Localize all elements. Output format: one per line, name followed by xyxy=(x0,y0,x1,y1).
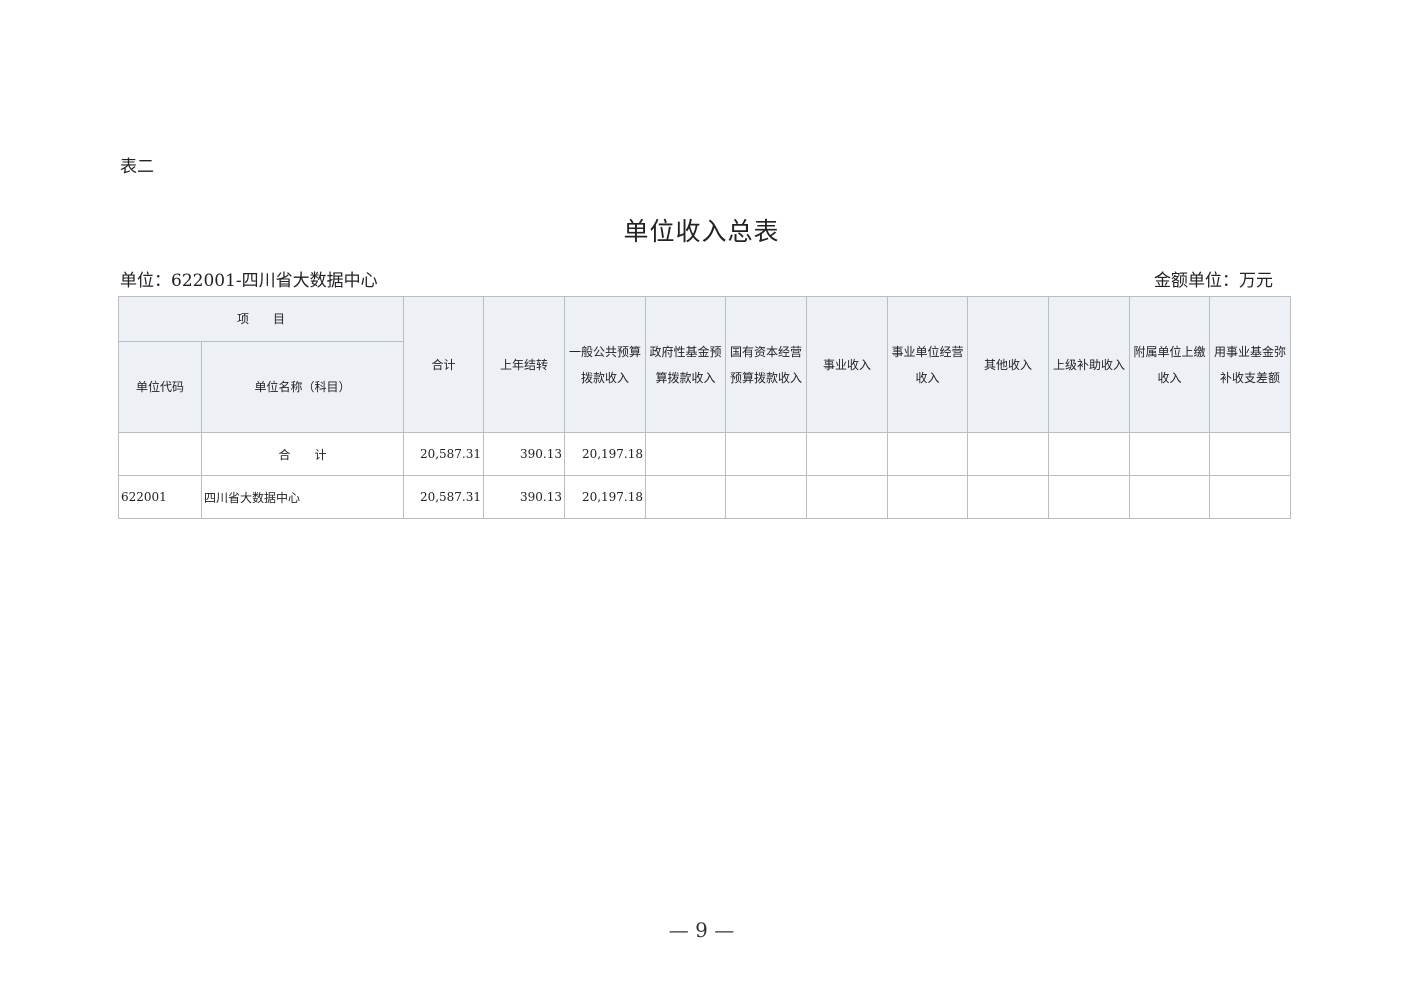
cell-fund-offset xyxy=(1209,432,1292,476)
cell-government-fund xyxy=(645,475,727,519)
row-code xyxy=(118,432,202,476)
table-row: 合 计 20,587.31 390.13 20,197.18 xyxy=(118,432,1292,476)
code-header: 单位代码 xyxy=(118,341,202,433)
cell-operating-income xyxy=(887,475,969,519)
cell-other-income xyxy=(967,475,1050,519)
cell-state-capital xyxy=(725,475,808,519)
header-state-capital: 国有资本经营预算拨款收入 xyxy=(725,296,808,433)
header-superior-subsidy: 上级补助收入 xyxy=(1048,296,1131,433)
header-government-fund: 政府性基金预算拨款收入 xyxy=(645,296,727,433)
cell-general-budget: 20,197.18 xyxy=(564,432,647,476)
cell-operating-income xyxy=(887,432,969,476)
page-number: — 9 — xyxy=(668,918,735,942)
header-row-1: 项 目 合计 上年结转 一般公共预算拨款收入 政府性基金预算拨款收入 国有资本经… xyxy=(117,296,1292,433)
header-operating-income: 事业单位经营收入 xyxy=(887,296,969,433)
header-other-income: 其他收入 xyxy=(967,296,1050,433)
header-business-income: 事业收入 xyxy=(806,296,889,433)
cell-general-budget: 20,197.18 xyxy=(564,475,647,519)
cell-government-fund xyxy=(645,432,727,476)
unit-name: 单位：622001-四川省大数据中心 xyxy=(120,271,378,291)
header-subsidiary-remittance: 附属单位上缴收入 xyxy=(1129,296,1211,433)
row-code: 622001 xyxy=(118,475,202,519)
cell-business-income xyxy=(806,432,889,476)
group-header: 项 目 xyxy=(117,296,405,342)
amount-unit: 金额单位：万元 xyxy=(1154,271,1273,291)
cell-superior-subsidy xyxy=(1048,432,1131,476)
table-row: 622001 四川省大数据中心 20,587.31 390.13 20,197.… xyxy=(118,475,1292,519)
header-fund-offset: 用事业基金弥补收支差额 xyxy=(1209,296,1292,433)
cell-prior-year-carryover: 390.13 xyxy=(483,432,566,476)
row-name: 合 计 xyxy=(200,432,405,476)
cell-state-capital xyxy=(725,432,808,476)
cell-subsidiary-remittance xyxy=(1129,432,1211,476)
cell-total: 20,587.31 xyxy=(403,475,485,519)
page-title: 单位收入总表 xyxy=(623,217,780,246)
row-name: 四川省大数据中心 xyxy=(200,475,405,519)
income-summary-table: 项 目 合计 上年结转 一般公共预算拨款收入 政府性基金预算拨款收入 国有资本经… xyxy=(117,296,1292,519)
header-total: 合计 xyxy=(403,296,485,433)
cell-superior-subsidy xyxy=(1048,475,1131,519)
header-general-budget: 一般公共预算拨款收入 xyxy=(564,296,647,433)
cell-prior-year-carryover: 390.13 xyxy=(483,475,566,519)
name-header: 单位名称（科目） xyxy=(200,341,405,433)
cell-business-income xyxy=(806,475,889,519)
cell-fund-offset xyxy=(1209,475,1292,519)
header-prior-year-carryover: 上年结转 xyxy=(483,296,566,433)
table-label: 表二 xyxy=(120,157,154,177)
cell-other-income xyxy=(967,432,1050,476)
cell-total: 20,587.31 xyxy=(403,432,485,476)
cell-subsidiary-remittance xyxy=(1129,475,1211,519)
